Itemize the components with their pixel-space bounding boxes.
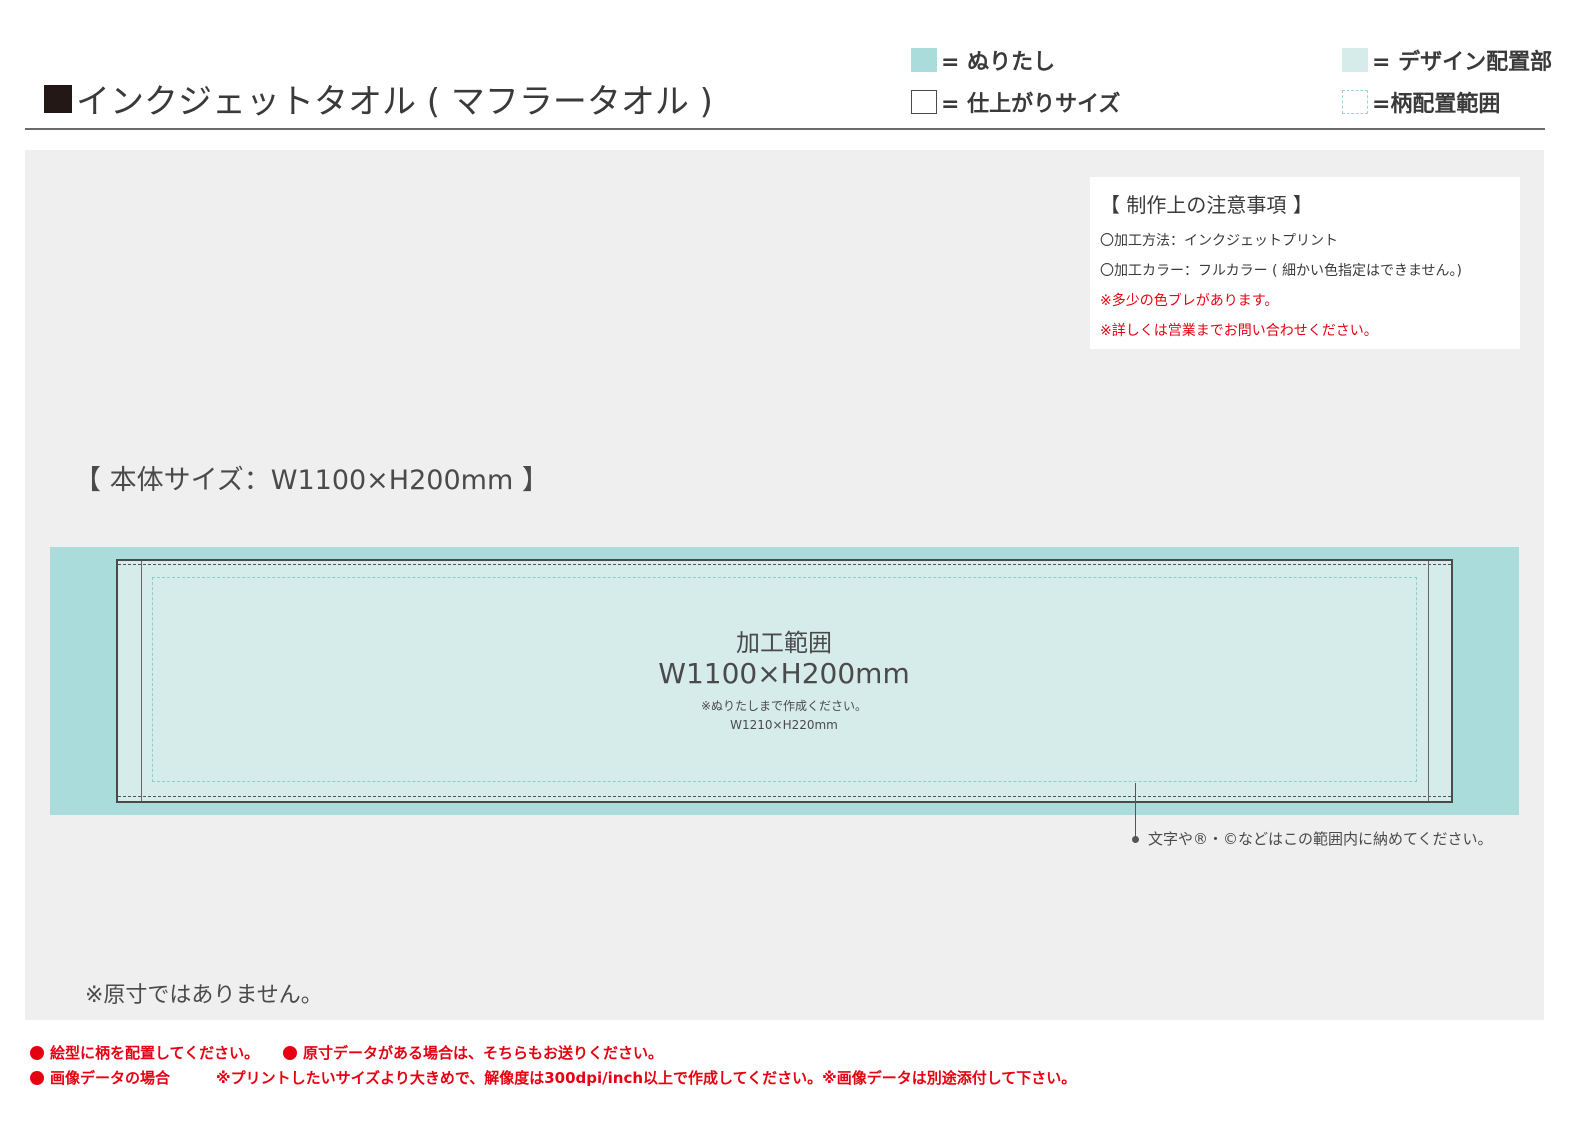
area-size: W1100×H200mm bbox=[658, 657, 910, 690]
bleed-note: ※ぬりたしまで作成ください。 bbox=[700, 699, 868, 713]
legend-finish-label: = 仕上がりサイズ bbox=[941, 92, 1121, 117]
design-swatch-icon bbox=[1342, 48, 1368, 72]
body-size-label: 【 本体サイズ：W1100×H200mm 】 bbox=[74, 465, 549, 496]
notes-method: 〇加工方法：インクジェットプリント bbox=[1100, 233, 1338, 249]
legend-finish-size: = 仕上がりサイズ bbox=[911, 86, 1120, 118]
notes-color: 〇加工カラー：フルカラー ( 細かい色指定はできません。) bbox=[1100, 263, 1462, 279]
hem-line-left bbox=[141, 561, 142, 801]
footer-note-1: 絵型に柄を配置してください。 bbox=[30, 1042, 259, 1063]
legend-pattern-area: =柄配置範囲 bbox=[1342, 86, 1500, 118]
legend-pattern-label: =柄配置範囲 bbox=[1372, 92, 1501, 117]
finish-swatch-icon bbox=[911, 90, 937, 114]
stitch-line-bottom bbox=[118, 796, 1451, 797]
bullet-dot-icon bbox=[283, 1045, 297, 1060]
not-actual-size-note: ※原寸ではありません。 bbox=[85, 983, 323, 1008]
legend-bleed-label: = ぬりたし bbox=[941, 50, 1056, 75]
pattern-swatch-icon bbox=[1342, 90, 1368, 114]
notes-warning-contact: ※詳しくは営業までお問い合わせください。 bbox=[1100, 323, 1378, 339]
title-text: インクジェットタオル ( マフラータオル ) bbox=[76, 82, 713, 122]
footer-note-2: 原寸データがある場合は、そちらもお送りください。 bbox=[283, 1042, 663, 1063]
footer-note-1-text: 絵型に柄を配置してください。 bbox=[50, 1044, 260, 1062]
legend-bleed: = ぬりたし bbox=[911, 44, 1055, 76]
footer-note-2-text: 原寸データがある場合は、そちらもお送りください。 bbox=[303, 1044, 664, 1062]
legend-design-label: = デザイン配置部 bbox=[1372, 50, 1553, 75]
footer-note-3: 画像データの場合 bbox=[30, 1067, 170, 1088]
legend-design-area: = デザイン配置部 bbox=[1342, 44, 1552, 76]
bleed-swatch-icon bbox=[911, 48, 937, 72]
callout-dot-icon bbox=[1132, 836, 1139, 843]
notes-title: 【 制作上の注意事項 】 bbox=[1100, 193, 1313, 217]
hem-line-right bbox=[1428, 561, 1429, 801]
footer-note-3-text: 画像データの場合 bbox=[50, 1069, 171, 1087]
callout-leader-line bbox=[1135, 783, 1136, 838]
bleed-size: W1210×H220mm bbox=[730, 718, 838, 732]
title-square-icon bbox=[44, 84, 72, 113]
bullet-dot-icon bbox=[30, 1070, 44, 1085]
production-notes: 【 制作上の注意事項 】 〇加工方法：インクジェットプリント 〇加工カラー：フル… bbox=[1090, 177, 1520, 349]
header-divider bbox=[25, 128, 1545, 130]
footer-note-4-text: ※プリントしたいサイズより大きめで、解像度は300dpi/inch以上で作成して… bbox=[216, 1069, 1077, 1087]
notes-warning-color: ※多少の色ブレがあります。 bbox=[1100, 293, 1279, 309]
processing-area-label: 加工範囲 W1100×H200mm ※ぬりたしまで作成ください。 W1210×H… bbox=[584, 628, 984, 734]
callout-text: 文字や®・©などはこの範囲内に納めてください。 bbox=[1148, 830, 1493, 848]
area-label: 加工範囲 bbox=[736, 629, 832, 657]
bullet-dot-icon bbox=[30, 1045, 44, 1060]
stitch-line-top bbox=[118, 564, 1451, 565]
footer-note-4: ※プリントしたいサイズより大きめで、解像度は300dpi/inch以上で作成して… bbox=[216, 1067, 1076, 1088]
page-title: インクジェットタオル ( マフラータオル ) bbox=[44, 74, 713, 123]
